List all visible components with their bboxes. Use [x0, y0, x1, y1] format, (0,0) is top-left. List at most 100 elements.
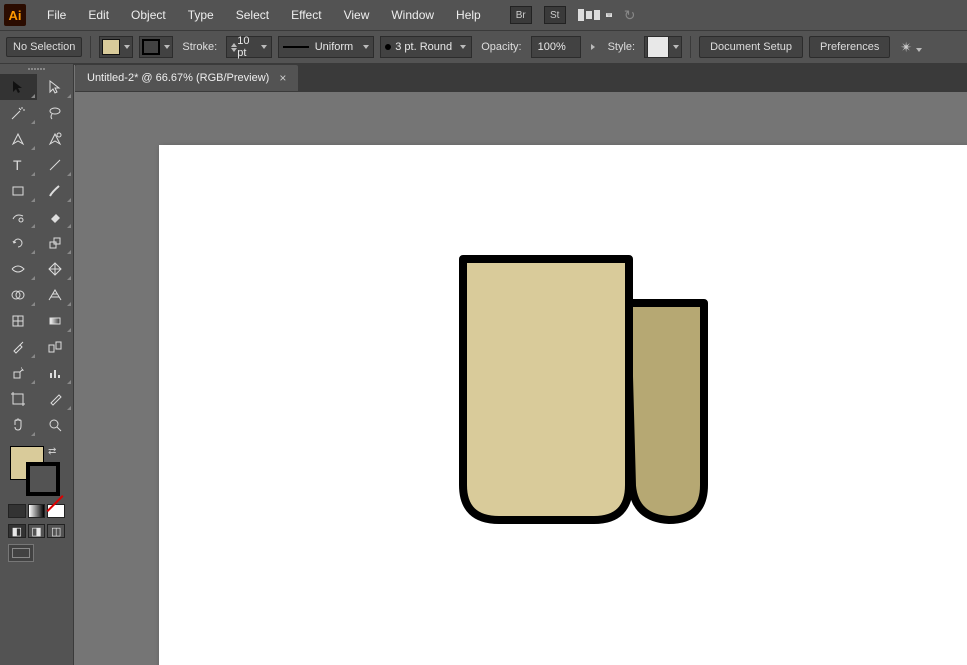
artwork-paper-icon[interactable]	[459, 255, 709, 533]
chevron-down-icon	[460, 45, 466, 49]
style-swatch-icon	[647, 36, 669, 58]
chevron-down-icon	[673, 45, 679, 49]
close-tab-button[interactable]: ×	[279, 71, 286, 85]
pen-tool[interactable]	[0, 126, 37, 152]
lasso-tool[interactable]	[37, 100, 74, 126]
slice-tool[interactable]	[37, 386, 74, 412]
color-mode-none[interactable]	[47, 504, 65, 518]
panel-grip[interactable]	[0, 64, 73, 72]
workspace: ◀◀ T	[0, 64, 967, 665]
align-pixel-grid-icon[interactable]: ✴	[900, 39, 922, 56]
eyedropper-tool[interactable]	[0, 334, 37, 360]
menu-file[interactable]: File	[36, 2, 77, 28]
shape-builder-tool[interactable]	[0, 282, 37, 308]
brush-label: 3 pt. Round	[395, 41, 452, 53]
chevron-right-icon[interactable]	[591, 44, 595, 50]
fill-swatch-icon	[102, 39, 120, 55]
menu-help[interactable]: Help	[445, 2, 492, 28]
paper-fold-shape	[627, 303, 704, 520]
chevron-down-icon	[124, 45, 130, 49]
chevron-down-icon	[916, 48, 922, 52]
direct-selection-tool[interactable]	[37, 74, 74, 100]
selection-tool[interactable]	[0, 74, 37, 100]
opacity-field[interactable]: 100%	[531, 36, 581, 58]
arrange-documents-button[interactable]	[578, 9, 612, 21]
chevron-down-icon	[164, 45, 170, 49]
draw-behind-button[interactable]: ◨	[28, 524, 46, 538]
perspective-grid-tool[interactable]	[37, 282, 74, 308]
stroke-weight-field[interactable]: 10 pt	[226, 36, 272, 58]
scale-tool[interactable]	[37, 230, 74, 256]
stroke-label: Stroke:	[179, 41, 220, 53]
rotate-tool[interactable]	[0, 230, 37, 256]
svg-text:T: T	[13, 157, 22, 173]
menu-edit[interactable]: Edit	[77, 2, 120, 28]
screen-mode-icon	[8, 544, 34, 562]
drawing-mode-row: ◧ ◨ ◫	[0, 520, 73, 540]
blend-tool[interactable]	[37, 334, 74, 360]
variable-width-profile-button[interactable]: Uniform	[278, 36, 374, 58]
bridge-launch-button[interactable]: Br	[510, 6, 532, 24]
eraser-tool[interactable]	[37, 204, 74, 230]
swap-fill-stroke-icon[interactable]: ⇄	[48, 446, 56, 457]
tools-panel: T ⇄	[0, 64, 74, 665]
menu-window[interactable]: Window	[380, 2, 445, 28]
color-mode-row	[0, 502, 73, 520]
gradient-tool[interactable]	[37, 308, 74, 334]
zoom-tool[interactable]	[37, 412, 74, 438]
menu-select[interactable]: Select	[225, 2, 280, 28]
curvature-tool[interactable]	[37, 126, 74, 152]
preferences-button[interactable]: Preferences	[809, 36, 890, 58]
draw-normal-button[interactable]: ◧	[8, 524, 26, 538]
divider	[90, 36, 91, 58]
chevron-down-icon	[606, 13, 612, 17]
color-mode-solid[interactable]	[8, 504, 26, 518]
screen-mode-button[interactable]	[0, 540, 73, 566]
artboard-tool[interactable]	[0, 386, 37, 412]
menu-bar: Ai File Edit Object Type Select Effect V…	[0, 0, 967, 30]
stroke-weight-value: 10 pt	[237, 35, 257, 59]
document-tab-title: Untitled-2* @ 66.67% (RGB/Preview)	[87, 72, 269, 84]
color-mode-gradient[interactable]	[28, 504, 46, 518]
symbol-sprayer-tool[interactable]	[0, 360, 37, 386]
paintbrush-tool[interactable]	[37, 178, 74, 204]
stroke-color-box[interactable]	[26, 462, 60, 496]
width-tool[interactable]	[0, 256, 37, 282]
divider	[690, 36, 691, 58]
document-tab[interactable]: Untitled-2* @ 66.67% (RGB/Preview) ×	[75, 65, 298, 91]
graphic-style-button[interactable]	[644, 36, 682, 58]
magic-wand-tool[interactable]	[0, 100, 37, 126]
stock-launch-button[interactable]: St	[544, 6, 566, 24]
rectangle-tool[interactable]	[0, 178, 37, 204]
free-transform-tool[interactable]	[37, 256, 74, 282]
line-segment-tool[interactable]	[37, 152, 74, 178]
menu-effect[interactable]: Effect	[280, 2, 332, 28]
menu-object[interactable]: Object	[120, 2, 177, 28]
dot-icon	[385, 44, 391, 50]
stroke-swatch-icon	[142, 39, 160, 55]
shaper-tool[interactable]	[0, 204, 37, 230]
brush-definition-button[interactable]: 3 pt. Round	[380, 36, 472, 58]
artboard[interactable]	[159, 145, 967, 665]
opacity-label: Opacity:	[478, 41, 524, 53]
document-setup-button[interactable]: Document Setup	[699, 36, 803, 58]
menu-type[interactable]: Type	[177, 2, 225, 28]
stroke-profile-label: Uniform	[315, 41, 354, 53]
fill-color-button[interactable]	[99, 36, 133, 58]
selection-status: No Selection	[6, 37, 82, 57]
menu-view[interactable]: View	[333, 2, 381, 28]
paper-front-shape	[463, 259, 629, 520]
mesh-tool[interactable]	[0, 308, 37, 334]
type-tool[interactable]: T	[0, 152, 37, 178]
style-label: Style:	[605, 41, 639, 53]
chevron-down-icon	[261, 45, 267, 49]
app-logo: Ai	[4, 4, 26, 26]
hand-tool[interactable]	[0, 412, 37, 438]
draw-inside-button[interactable]: ◫	[47, 524, 65, 538]
fill-stroke-controls[interactable]: ⇄	[0, 444, 73, 502]
document-tabs-bar: Untitled-2* @ 66.67% (RGB/Preview) ×	[75, 64, 967, 92]
gpu-performance-icon[interactable]: ↻	[624, 7, 636, 24]
column-graph-tool[interactable]	[37, 360, 74, 386]
stroke-color-button[interactable]	[139, 36, 173, 58]
canvas-area[interactable]	[74, 64, 967, 665]
